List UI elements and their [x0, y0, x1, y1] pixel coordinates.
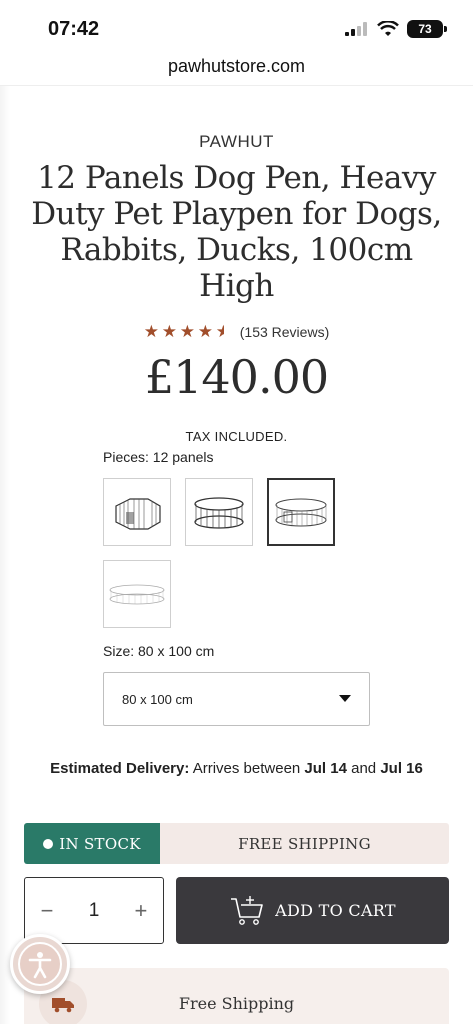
wifi-icon [377, 21, 399, 36]
half-star-icon: ★ [215, 322, 231, 341]
accessibility-icon [18, 942, 62, 986]
delivery-text: Arrives between [189, 760, 305, 777]
url-text: pawhutstore.com [167, 56, 306, 76]
star-icon: ★ [179, 322, 195, 341]
caret-down-icon [339, 695, 351, 702]
swatch-12-panel-pen[interactable] [267, 478, 335, 546]
tax-note: TAX INCLUDED. [185, 429, 288, 444]
size-label: Size: 80 x 100 cm [103, 643, 215, 659]
free-shipping-badge: FREE SHIPPING [160, 823, 449, 864]
size-dropdown[interactable]: 80 x 100 cm [103, 672, 370, 726]
estimated-delivery: Estimated Delivery: Arrives between Jul … [0, 760, 473, 777]
address-bar[interactable]: pawhutstore.com [0, 52, 473, 86]
size-selected-value: 80 x 100 cm [122, 691, 193, 707]
swatch-8-panel-pen[interactable] [103, 478, 171, 546]
add-to-cart-button[interactable]: ADD TO CART [176, 877, 449, 944]
cart-plus-icon [231, 895, 263, 925]
swatch-16-panel-pen[interactable] [103, 560, 171, 628]
status-icons: 73 [345, 20, 447, 38]
stock-status: IN STOCK [59, 834, 141, 853]
delivery-label: Estimated Delivery: [50, 760, 190, 777]
playpen-image [115, 498, 161, 530]
quantity-decrease-button[interactable]: − [37, 898, 57, 924]
page-edge [0, 86, 10, 1024]
status-bar: 07:42 73 [0, 0, 473, 52]
playpen-image [109, 584, 165, 605]
review-count[interactable]: (153 Reviews) [240, 324, 329, 340]
in-stock-badge: IN STOCK [24, 823, 160, 864]
quantity-value[interactable]: 1 [89, 900, 100, 922]
free-shipping-text: Free Shipping [178, 994, 295, 1013]
delivery-end-date: Jul 16 [380, 760, 423, 777]
stock-row: IN STOCK FREE SHIPPING [24, 823, 449, 864]
accessibility-button[interactable] [10, 934, 70, 994]
rating[interactable]: ★ ★ ★ ★ ★ (153 Reviews) [0, 322, 473, 341]
product-brand[interactable]: PAWHUT [0, 132, 473, 152]
delivery-start-date: Jul 14 [304, 760, 347, 777]
status-dot-icon [43, 838, 54, 849]
playpen-image [194, 497, 244, 529]
swatch-10-panel-pen[interactable] [185, 478, 253, 546]
star-icon: ★ [197, 322, 213, 341]
clock: 07:42 [48, 18, 100, 40]
star-icon: ★ [143, 322, 159, 341]
delivery-and: and [346, 760, 381, 777]
star-icon: ★ [161, 322, 177, 341]
quantity-increase-button[interactable]: + [131, 898, 151, 924]
pieces-label: Pieces: 12 panels [103, 449, 214, 465]
product-title: 12 Panels Dog Pen, Heavy Duty Pet Plaype… [31, 160, 442, 304]
product-price: £140.00 [144, 350, 329, 404]
signal-icon [345, 22, 367, 36]
playpen-image [275, 498, 327, 527]
add-to-cart-label: ADD TO CART [275, 901, 396, 920]
battery-icon: 73 [407, 20, 447, 38]
